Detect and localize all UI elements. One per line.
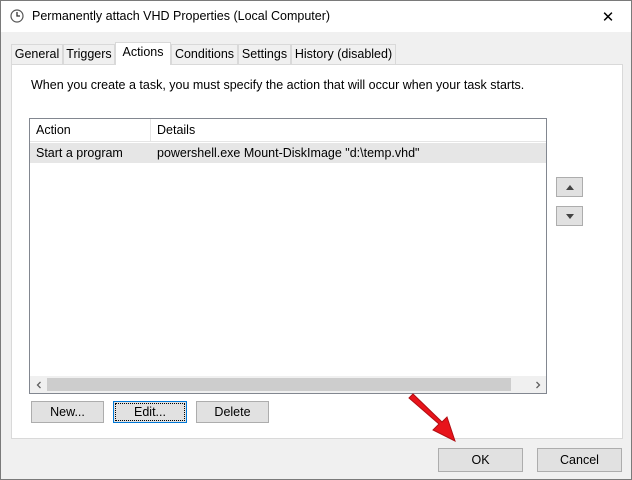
close-button[interactable]: ✕ [585, 1, 631, 32]
row-action-cell: Start a program [36, 146, 123, 160]
chevron-right-icon[interactable] [529, 376, 546, 393]
caret-down-icon [565, 213, 574, 219]
tab-strip: General Triggers Actions Conditions Sett… [11, 42, 623, 65]
move-up-button[interactable] [556, 177, 583, 197]
window-title: Permanently attach VHD Properties (Local… [32, 9, 331, 23]
actions-panel: When you create a task, you must specify… [11, 64, 623, 439]
cancel-button[interactable]: Cancel [537, 448, 622, 472]
tab-settings[interactable]: Settings [238, 44, 291, 64]
clock-icon [10, 9, 24, 23]
ok-button[interactable]: OK [438, 448, 523, 472]
close-icon: ✕ [601, 8, 615, 26]
horizontal-scrollbar[interactable] [30, 376, 546, 393]
intro-text: When you create a task, you must specify… [31, 78, 525, 92]
tab-triggers[interactable]: Triggers [63, 44, 115, 64]
delete-action-button[interactable]: Delete [196, 401, 269, 423]
new-action-button[interactable]: New... [31, 401, 104, 423]
caret-up-icon [565, 184, 574, 190]
tab-history[interactable]: History (disabled) [291, 44, 396, 64]
list-header: Action Details [30, 119, 546, 142]
tab-conditions[interactable]: Conditions [171, 44, 238, 64]
table-row[interactable]: Start a program powershell.exe Mount-Dis… [30, 143, 546, 163]
move-down-button[interactable] [556, 206, 583, 226]
column-header-details[interactable]: Details [151, 119, 546, 142]
edit-action-button[interactable]: Edit... [113, 401, 187, 423]
tab-general[interactable]: General [11, 44, 63, 64]
scrollbar-thumb[interactable] [47, 378, 511, 391]
title-bar: Permanently attach VHD Properties (Local… [1, 1, 631, 32]
tab-actions[interactable]: Actions [115, 42, 171, 65]
chevron-left-icon[interactable] [30, 376, 47, 393]
column-header-action[interactable]: Action [30, 119, 151, 142]
task-properties-window: Permanently attach VHD Properties (Local… [0, 0, 632, 480]
annotation-arrow [408, 393, 456, 442]
actions-list[interactable]: Action Details Start a program powershel… [29, 118, 547, 394]
row-details-cell: powershell.exe Mount-DiskImage "d:\temp.… [157, 146, 420, 160]
